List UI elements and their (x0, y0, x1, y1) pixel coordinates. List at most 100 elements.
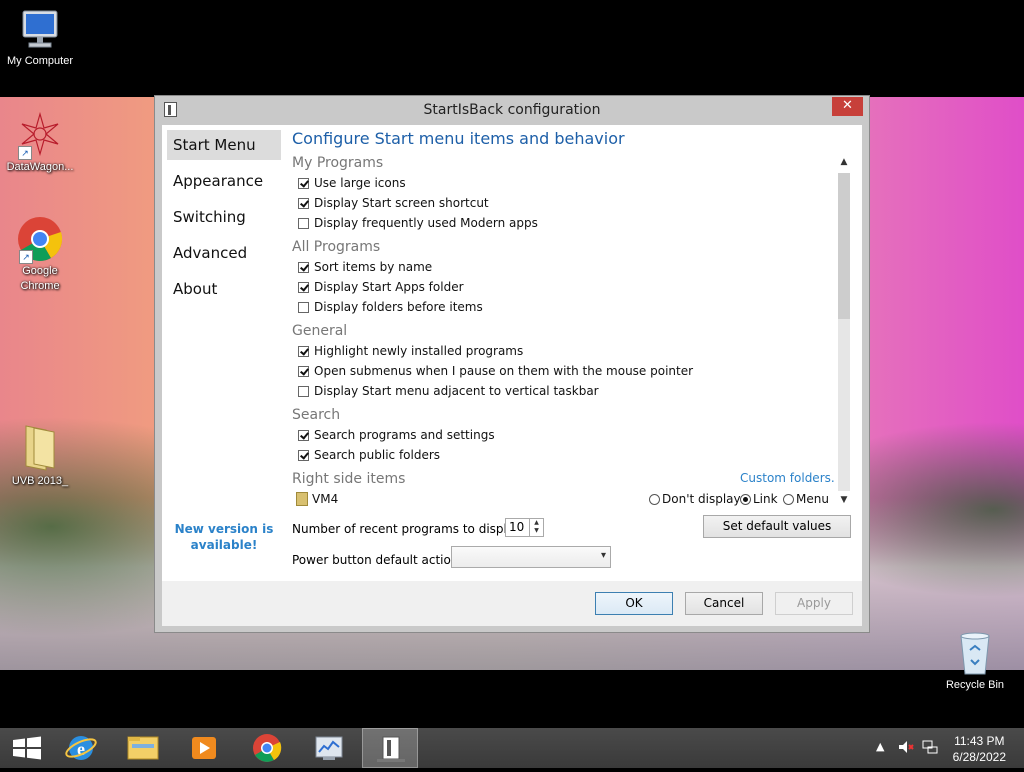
show-hidden-icons-chevron-icon[interactable]: ▲ (876, 740, 884, 753)
section-title-search: Search (292, 407, 341, 423)
taskbar-startisback[interactable] (362, 728, 418, 768)
chrome-icon: ↗ (17, 216, 63, 264)
desktop-icon-datawagon[interactable]: ↗ DataWagon... (0, 110, 80, 175)
radio-button[interactable] (740, 494, 751, 505)
option-search-programs-settings[interactable]: Search programs and settings (298, 426, 495, 444)
scroll-down-icon[interactable]: ▼ (838, 493, 850, 507)
ok-button[interactable]: OK (595, 592, 673, 615)
close-button[interactable]: ✕ (832, 97, 863, 116)
title-bar[interactable]: StartIsBack configuration ✕ (155, 96, 869, 124)
options-list: My Programs Use large icons Display Star… (292, 155, 852, 511)
radio-dont-display[interactable]: Don't display (649, 490, 741, 508)
option-label: Display Start screen shortcut (314, 196, 489, 210)
radio-button[interactable] (649, 494, 660, 505)
option-use-large-icons[interactable]: Use large icons (298, 174, 406, 192)
checkbox[interactable] (298, 450, 309, 461)
new-version-link[interactable]: New version is available! (172, 521, 276, 553)
stepper-arrows-icon[interactable]: ▲ ▼ (529, 519, 543, 536)
radio-button[interactable] (783, 494, 794, 505)
checkbox[interactable] (298, 302, 309, 313)
options-scrollbar[interactable]: ▲ ▼ (835, 155, 851, 511)
option-label: Search public folders (314, 448, 441, 462)
internet-explorer-icon: e (65, 736, 97, 760)
desktop-icon-label: Google Chrome (20, 265, 60, 292)
radio-link[interactable]: Link (740, 490, 778, 508)
option-label: Sort items by name (314, 260, 433, 274)
recent-programs-stepper[interactable]: 10 ▲ ▼ (505, 518, 544, 537)
checkbox[interactable] (298, 366, 309, 377)
startisback-app-icon (377, 736, 405, 762)
checkbox[interactable] (298, 262, 309, 273)
dialog-footer: OK Cancel Apply (162, 581, 862, 626)
folder-icon (20, 422, 60, 472)
windows-logo-icon (13, 736, 41, 760)
option-adjacent-vertical-taskbar[interactable]: Display Start menu adjacent to vertical … (298, 382, 599, 400)
custom-folders-link[interactable]: Custom folders... (740, 471, 842, 485)
checkbox[interactable] (298, 218, 309, 229)
option-label: Display frequently used Modern apps (314, 216, 538, 230)
startisback-dialog: StartIsBack configuration ✕ Start Menu A… (154, 95, 870, 633)
nav-item-start-menu[interactable]: Start Menu (167, 130, 281, 160)
folder-icon (127, 736, 159, 760)
media-player-icon (192, 737, 216, 759)
recent-programs-label: Number of recent programs to display: (292, 522, 525, 536)
scroll-thumb[interactable] (838, 173, 850, 319)
radio-label: Link (753, 492, 778, 506)
settings-nav: Start Menu Appearance Switching Advanced… (162, 125, 286, 581)
option-folders-before-items[interactable]: Display folders before items (298, 298, 483, 316)
clock-date: 6/28/2022 (952, 750, 1006, 764)
taskbar-media-player[interactable] (176, 728, 232, 768)
taskbar-chrome[interactable] (239, 728, 295, 768)
taskbar-internet-explorer[interactable]: e (53, 728, 109, 768)
nav-item-about[interactable]: About (167, 274, 281, 304)
checkbox[interactable] (298, 386, 309, 397)
apply-button[interactable]: Apply (775, 592, 853, 615)
option-sort-items-by-name[interactable]: Sort items by name (298, 258, 432, 276)
checkbox[interactable] (298, 430, 309, 441)
cancel-button[interactable]: Cancel (685, 592, 763, 615)
option-label: Display Start menu adjacent to vertical … (314, 384, 599, 398)
checkbox[interactable] (298, 346, 309, 357)
recycle-bin-icon (955, 630, 995, 676)
option-display-start-apps-folder[interactable]: Display Start Apps folder (298, 278, 464, 296)
taskbar-file-explorer[interactable] (115, 728, 171, 768)
nav-item-advanced[interactable]: Advanced (167, 238, 281, 268)
desktop-icon-google-chrome[interactable]: ↗ Google Chrome (0, 216, 80, 294)
section-title-all-programs: All Programs (292, 239, 381, 255)
option-search-public-folders[interactable]: Search public folders (298, 446, 440, 464)
system-clock[interactable]: 11:43 PM 6/28/2022 (953, 733, 1006, 765)
right-side-item-vm4[interactable]: VM4 (296, 490, 338, 508)
nav-item-switching[interactable]: Switching (167, 202, 281, 232)
power-button-select[interactable]: ▾ (451, 546, 611, 568)
taskbar-resource-monitor[interactable] (301, 728, 357, 768)
option-display-start-screen-shortcut[interactable]: Display Start screen shortcut (298, 194, 489, 212)
shortcut-arrow-icon: ↗ (19, 250, 33, 264)
option-label: Highlight newly installed programs (314, 344, 524, 358)
clock-time: 11:43 PM (954, 734, 1005, 748)
set-default-values-button[interactable]: Set default values (703, 515, 851, 538)
option-open-submenus-on-pause[interactable]: Open submenus when I pause on them with … (298, 362, 693, 380)
desktop-icon-my-computer[interactable]: My Computer (0, 8, 80, 69)
checkbox[interactable] (298, 178, 309, 189)
dialog-client: Start Menu Appearance Switching Advanced… (162, 125, 862, 626)
chrome-icon (253, 734, 282, 762)
stepper-value: 10 (509, 520, 525, 534)
section-title-general: General (292, 323, 348, 339)
nav-item-appearance[interactable]: Appearance (167, 166, 281, 196)
desktop-icon-label: Recycle Bin (945, 679, 1005, 691)
checkbox[interactable] (298, 198, 309, 209)
desktop-icon-uvb-folder[interactable]: UVB 2013_ (0, 422, 80, 489)
option-label: Search programs and settings (314, 428, 495, 442)
volume-muted-icon[interactable] (897, 738, 915, 759)
user-folder-icon (296, 492, 308, 506)
start-button[interactable] (0, 728, 56, 768)
option-highlight-new-programs[interactable]: Highlight newly installed programs (298, 342, 523, 360)
checkbox[interactable] (298, 282, 309, 293)
monitor-chart-icon (315, 736, 343, 760)
scroll-up-icon[interactable]: ▲ (838, 155, 850, 169)
taskbar: e ▲ 11:43 PM 6/28/2022 (0, 728, 1024, 768)
network-icon[interactable] (921, 738, 939, 759)
radio-menu[interactable]: Menu (783, 490, 829, 508)
option-display-modern-apps[interactable]: Display frequently used Modern apps (298, 214, 538, 232)
desktop-icon-recycle-bin[interactable]: Recycle Bin (935, 630, 1015, 693)
